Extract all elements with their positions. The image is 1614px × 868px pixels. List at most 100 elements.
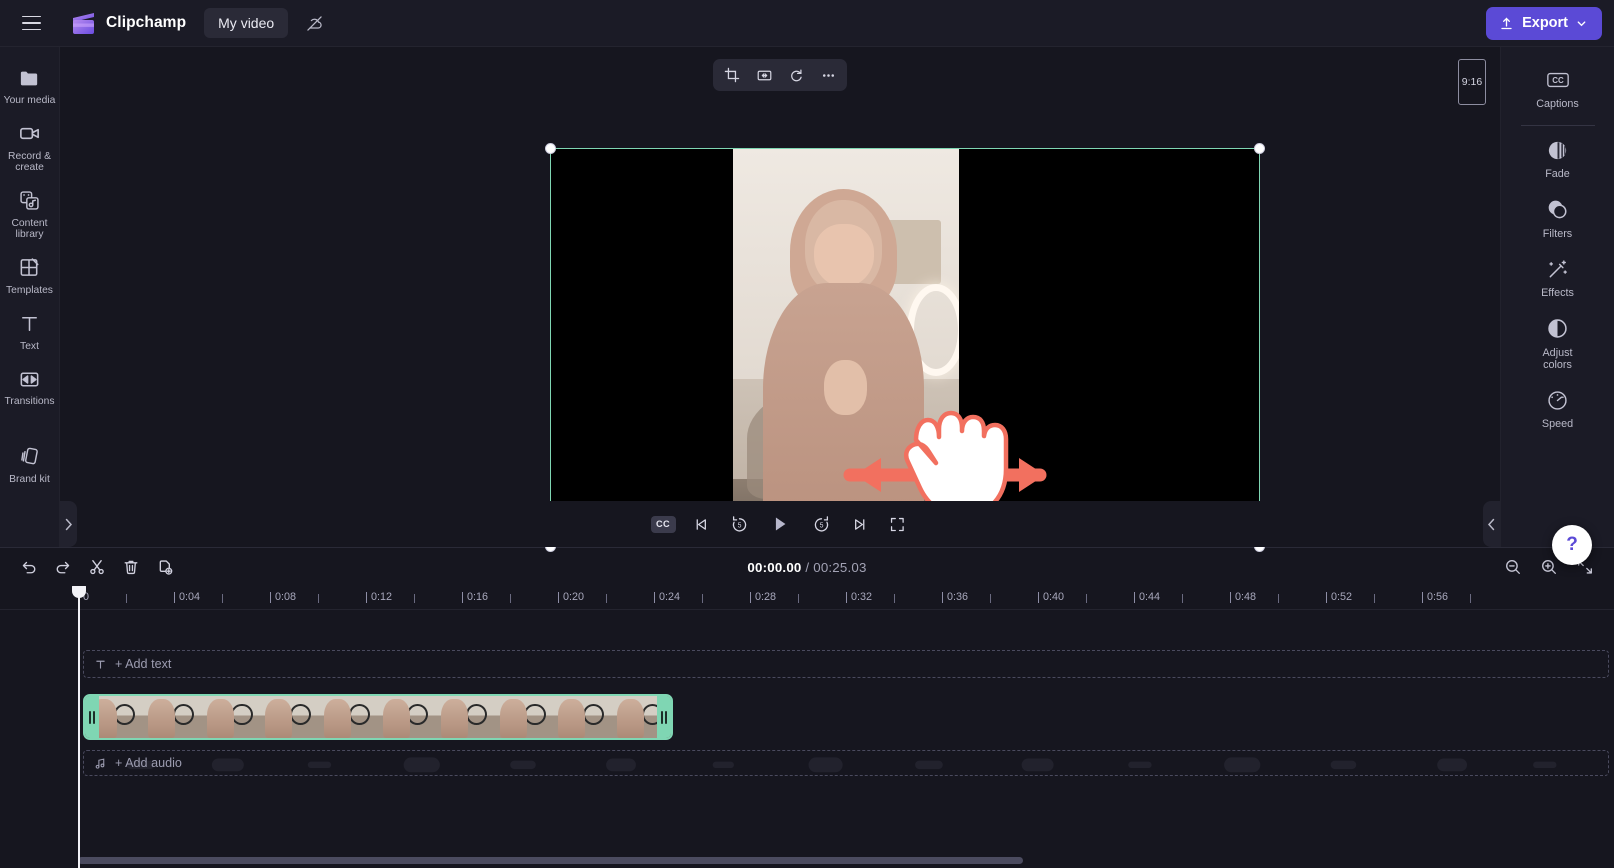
sidebar-item-text[interactable]: Text: [1, 305, 59, 359]
sidebar-item-transitions[interactable]: Transitions: [1, 360, 59, 414]
playhead[interactable]: [72, 586, 86, 868]
brand: Clipchamp: [70, 11, 186, 36]
timeline-horizontal-scrollbar[interactable]: [78, 857, 1023, 864]
project-name-input[interactable]: My video: [204, 8, 289, 38]
export-button[interactable]: Export: [1486, 6, 1602, 40]
crop-icon[interactable]: [717, 62, 747, 88]
clip-thumbnail: [202, 696, 261, 738]
timeline-ruler[interactable]: 0 0:04 0:08 0:12 0:16 0:20 0:24 0:28 0:3…: [0, 586, 1614, 610]
zoom-in-icon: [1542, 560, 1556, 574]
sidebar-divider: [1520, 125, 1595, 127]
fade-icon: [1546, 138, 1570, 162]
label-line-1: Content: [11, 217, 48, 229]
sidebar-item-adjust-colors[interactable]: Adjust colors: [1509, 308, 1607, 380]
rotate-icon[interactable]: [781, 62, 811, 88]
app-body: Your media Record & create Content libra…: [0, 47, 1614, 565]
duplicate-button[interactable]: [150, 553, 180, 581]
video-stage: 9:16: [60, 47, 1500, 552]
ruler-label: 0:40: [1043, 591, 1065, 603]
clip-thumbnails: [85, 696, 671, 738]
video-canvas[interactable]: [550, 148, 1260, 547]
ruler-label: 0:52: [1331, 591, 1353, 603]
right-sidebar: CC Captions Fade Filters Effects Adjust …: [1500, 47, 1614, 565]
sidebar-item-content-library[interactable]: Content library: [1, 182, 59, 247]
undo-button[interactable]: [14, 553, 44, 581]
music-note-icon: [94, 757, 107, 770]
video-person-face: [813, 224, 874, 287]
video-clip[interactable]: [83, 694, 673, 740]
sidebar-item-filters[interactable]: Filters: [1509, 189, 1607, 248]
label-line-2: colors: [1543, 359, 1572, 372]
ruler-label: 0:20: [563, 591, 585, 603]
filters-icon: [1546, 198, 1570, 222]
top-bar-right: Export: [1486, 6, 1602, 40]
trim-handle-left[interactable]: [85, 696, 99, 738]
adjust-colors-icon: [1546, 317, 1570, 341]
player-controls: CC 5 5: [60, 501, 1500, 547]
sidebar-item-captions[interactable]: CC Captions: [1509, 59, 1607, 118]
current-time: 00:00.00: [747, 559, 802, 575]
right-panel-collapse-button[interactable]: [1483, 501, 1500, 547]
top-bar: Clipchamp My video Export: [0, 0, 1614, 47]
text-icon: [18, 312, 42, 336]
sidebar-item-your-media[interactable]: Your media: [1, 59, 59, 113]
add-text-label: + Add text: [115, 657, 172, 671]
trim-handle-right[interactable]: [657, 696, 671, 738]
timeline-tracks[interactable]: 0 0:04 0:08 0:12 0:16 0:20 0:24 0:28 0:3…: [0, 586, 1614, 868]
zoom-out-button[interactable]: [1498, 553, 1528, 581]
rewind-5-button[interactable]: 5: [724, 510, 754, 538]
sidebar-item-templates[interactable]: Templates: [1, 249, 59, 303]
play-button[interactable]: [762, 510, 798, 538]
effects-wand-icon: [1546, 257, 1570, 281]
add-audio-row[interactable]: + Add audio: [83, 750, 1609, 776]
clip-thumbnail: [436, 696, 496, 738]
sidebar-item-fade[interactable]: Fade: [1509, 129, 1607, 188]
cc-icon: CC: [1546, 68, 1570, 92]
redo-button[interactable]: [48, 553, 78, 581]
captions-toggle-button[interactable]: CC: [648, 510, 678, 538]
help-button[interactable]: ?: [1552, 525, 1592, 565]
clip-thumbnail: [377, 696, 437, 738]
skip-previous-icon: [696, 518, 706, 530]
ruler-label: 0:36: [947, 591, 969, 603]
sidebar-item-label: Record & create: [8, 151, 51, 174]
left-panel-collapse-button[interactable]: [60, 501, 77, 547]
cloud-off-icon[interactable]: [298, 8, 330, 38]
sidebar-item-effects[interactable]: Effects: [1509, 248, 1607, 307]
forward-5-button[interactable]: 5: [806, 510, 836, 538]
time-separator: /: [805, 559, 810, 575]
aspect-ratio-button[interactable]: 9:16: [1458, 59, 1486, 105]
audio-waveform: [126, 757, 1557, 773]
brand-name: Clipchamp: [106, 14, 187, 31]
svg-text:5: 5: [819, 522, 823, 529]
duplicate-icon: [159, 560, 173, 575]
hamburger-icon[interactable]: [14, 6, 48, 40]
fullscreen-button[interactable]: [882, 510, 912, 538]
label-line-2: library: [15, 229, 44, 241]
preview-stage-area: 9:16 CC 5 5: [60, 47, 1500, 552]
skip-previous-button[interactable]: [686, 510, 716, 538]
video-clip-frame: [733, 148, 959, 547]
forward-5-icon: 5: [814, 515, 828, 532]
more-options-icon[interactable]: [813, 62, 843, 88]
sidebar-item-label: Brand kit: [9, 473, 50, 485]
label-line-1: Adjust: [1542, 346, 1573, 359]
delete-trash-icon: [124, 560, 138, 575]
delete-button[interactable]: [116, 553, 146, 581]
sidebar-item-record-create[interactable]: Record & create: [1, 115, 59, 180]
split-scissors-icon: [90, 560, 104, 575]
svg-text:CC: CC: [1552, 76, 1564, 85]
split-button[interactable]: [82, 553, 112, 581]
add-text-row[interactable]: + Add text: [83, 650, 1609, 678]
sidebar-item-label: Text: [20, 340, 39, 352]
sidebar-item-label: Templates: [6, 284, 53, 296]
left-sidebar: Your media Record & create Content libra…: [0, 47, 60, 547]
skip-next-button[interactable]: [844, 510, 874, 538]
sidebar-item-brand-kit[interactable]: Brand kit: [1, 438, 59, 492]
timeline-toolbar-left: [14, 553, 180, 581]
sidebar-item-speed[interactable]: Speed: [1509, 379, 1607, 438]
timecode-display: 00:00.00 / 00:25.03: [747, 560, 866, 575]
total-time: 00:25.03: [813, 559, 867, 575]
fit-fill-icon[interactable]: [749, 62, 779, 88]
export-label: Export: [1522, 15, 1568, 31]
